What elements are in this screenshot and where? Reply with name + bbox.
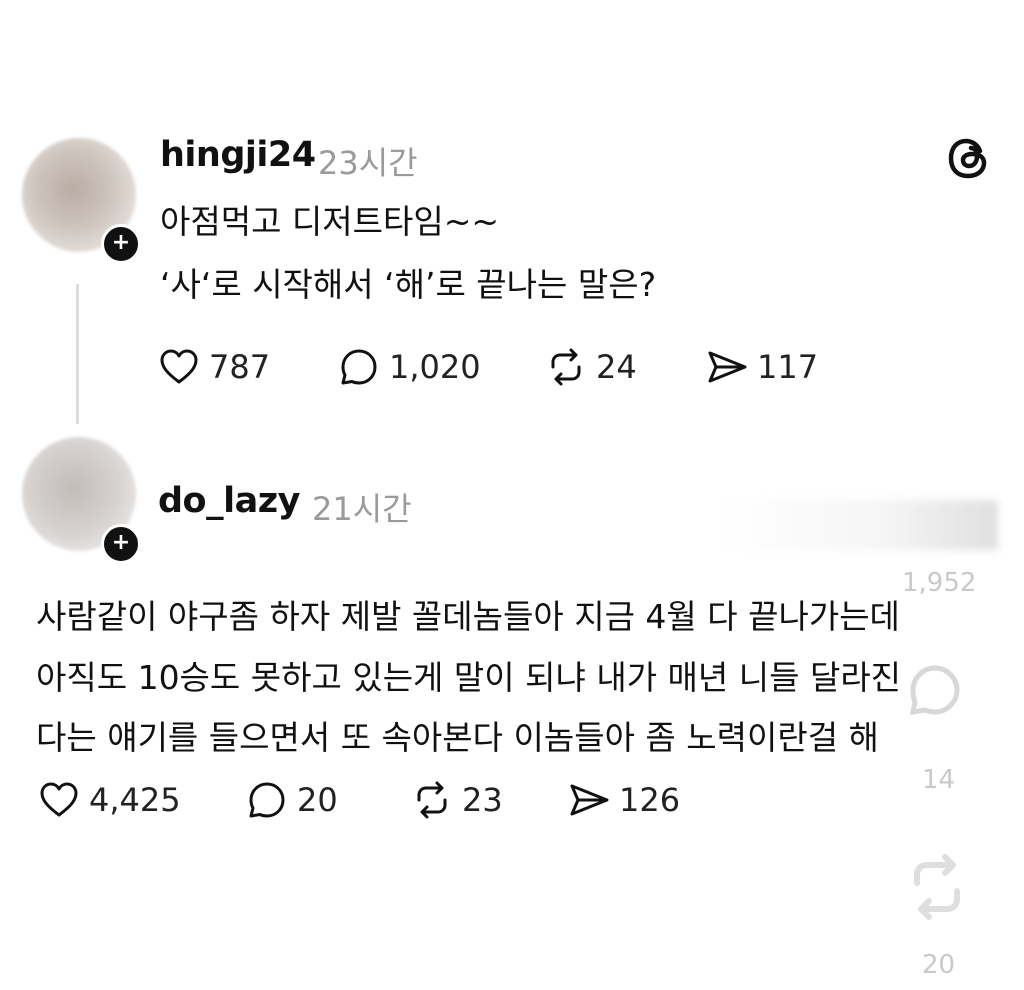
follow-plus-icon[interactable]: + xyxy=(101,524,141,564)
post2-like-count: 4,425 xyxy=(89,781,181,819)
post1-share-button[interactable]: 117 xyxy=(705,342,818,392)
post1-timestamp: 23시간 xyxy=(318,144,418,182)
overlay-comment-icon xyxy=(909,665,960,716)
comment-icon xyxy=(341,349,377,385)
post2-line-3: 다는 얘기를 들으면서 또 속아본다 이놈들아 좀 노력이란걸 해 xyxy=(36,718,879,757)
post2-line-1: 사람같이 야구좀 하자 제발 꼴데놈들아 지금 4월 다 끝나가는데 xyxy=(36,597,900,636)
share-icon xyxy=(570,784,609,816)
post1-repost-count: 24 xyxy=(596,348,637,386)
post2-repost-count: 23 xyxy=(462,781,503,819)
heart-icon xyxy=(40,782,78,817)
share-icon xyxy=(708,351,747,383)
thread-connector-line xyxy=(76,284,79,424)
post1-reply-count: 1,020 xyxy=(389,348,481,386)
post2-line-2: 아직도 10승도 못하고 있는게 말이 되냐 내가 매년 니들 달라진 xyxy=(36,658,902,697)
blurred-artifact xyxy=(718,500,998,550)
post2-timestamp: 21시간 xyxy=(312,490,412,528)
post2-share-button[interactable]: 126 xyxy=(567,775,680,825)
post1-share-count: 117 xyxy=(757,348,819,386)
post1-username[interactable]: hingji24 xyxy=(160,135,316,175)
threads-screenshot: + hingji24 23시간 아점먹고 디저트타임~~ ‘사‘로 시작해서 ‘… xyxy=(0,0,1024,990)
overlay-count-bottom: 20 xyxy=(922,950,956,980)
overlay-count-top: 1,952 xyxy=(902,568,977,598)
repost-icon xyxy=(551,348,581,386)
overlay-repost-icon xyxy=(914,854,960,920)
post2-like-button[interactable]: 4,425 xyxy=(37,775,181,825)
threads-logo-icon[interactable] xyxy=(944,132,996,184)
post1-repost-button[interactable]: 24 xyxy=(544,342,637,392)
post1-line-2: ‘사‘로 시작해서 ‘해’로 끝나는 말은? xyxy=(160,265,657,304)
post1-line-1: 아점먹고 디저트타임~~ xyxy=(160,202,500,241)
heart-icon xyxy=(160,349,198,384)
post1-like-button[interactable]: 787 xyxy=(157,342,270,392)
post2-username[interactable]: do_lazy xyxy=(158,481,300,521)
post2-reply-button[interactable]: 20 xyxy=(245,775,338,825)
post1-reply-button[interactable]: 1,020 xyxy=(337,342,481,392)
post2-repost-button[interactable]: 23 xyxy=(410,775,503,825)
comment-icon xyxy=(249,782,285,818)
post2-reply-count: 20 xyxy=(297,781,338,819)
follow-plus-icon[interactable]: + xyxy=(101,224,141,264)
overlay-count-mid: 14 xyxy=(922,765,956,795)
repost-icon xyxy=(417,781,447,819)
post1-like-count: 787 xyxy=(209,348,271,386)
post2-share-count: 126 xyxy=(619,781,681,819)
